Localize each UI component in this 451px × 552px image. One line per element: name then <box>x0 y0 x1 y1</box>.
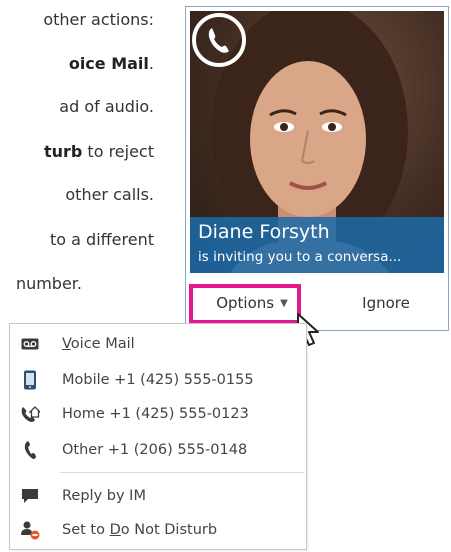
ignore-button[interactable]: Ignore <box>336 287 436 319</box>
do-not-disturb-icon <box>20 520 40 540</box>
menu-item-label: Set to Do Not Disturb <box>62 522 218 538</box>
menu-item-label: Voice Mail <box>62 336 135 352</box>
mobile-phone-icon <box>20 370 40 390</box>
menu-item-label: Home +1 (425) 555-0123 <box>62 406 249 422</box>
phone-handset-icon <box>20 440 40 460</box>
menu-item-do-not-disturb[interactable]: Set to Do Not Disturb <box>10 514 306 546</box>
instruction-line: other calls. <box>65 185 154 204</box>
voicemail-icon <box>20 334 40 354</box>
chat-bubble-icon <box>20 486 40 506</box>
menu-item-label: Mobile +1 (425) 555-0155 <box>62 372 254 388</box>
instruction-line: other actions: <box>43 10 154 29</box>
instruction-line: oice Mail. <box>68 54 154 73</box>
menu-item-reply-im[interactable]: Reply by IM <box>10 480 306 512</box>
menu-item-voice-mail[interactable]: Voice Mail <box>10 328 306 360</box>
caller-info-bar: Diane Forsyth is inviting you to a conve… <box>190 217 444 273</box>
instruction-line: number. <box>15 274 82 293</box>
incoming-call-notification: Diane Forsyth is inviting you to a conve… <box>185 6 449 331</box>
home-phone-icon <box>20 404 40 424</box>
instruction-line: ad of audio. <box>59 97 154 116</box>
menu-item-label: Other +1 (206) 555-0148 <box>62 442 248 458</box>
instruction-line: to a different <box>50 230 154 249</box>
phone-icon <box>192 13 246 67</box>
menu-item-home[interactable]: Home +1 (425) 555-0123 <box>10 398 306 430</box>
options-highlight-box <box>189 284 301 324</box>
menu-separator <box>60 472 304 473</box>
invitation-text: is inviting you to a conversa... <box>198 249 402 265</box>
caller-photo: Diane Forsyth is inviting you to a conve… <box>190 11 444 273</box>
menu-item-mobile[interactable]: Mobile +1 (425) 555-0155 <box>10 364 306 396</box>
options-menu: Voice Mail Mobile +1 (425) 555-0155 Home… <box>9 323 307 550</box>
instruction-line: turb to reject <box>43 142 154 161</box>
caller-name: Diane Forsyth <box>198 221 330 243</box>
menu-item-label: Reply by IM <box>62 488 146 504</box>
menu-item-other[interactable]: Other +1 (206) 555-0148 <box>10 434 306 466</box>
